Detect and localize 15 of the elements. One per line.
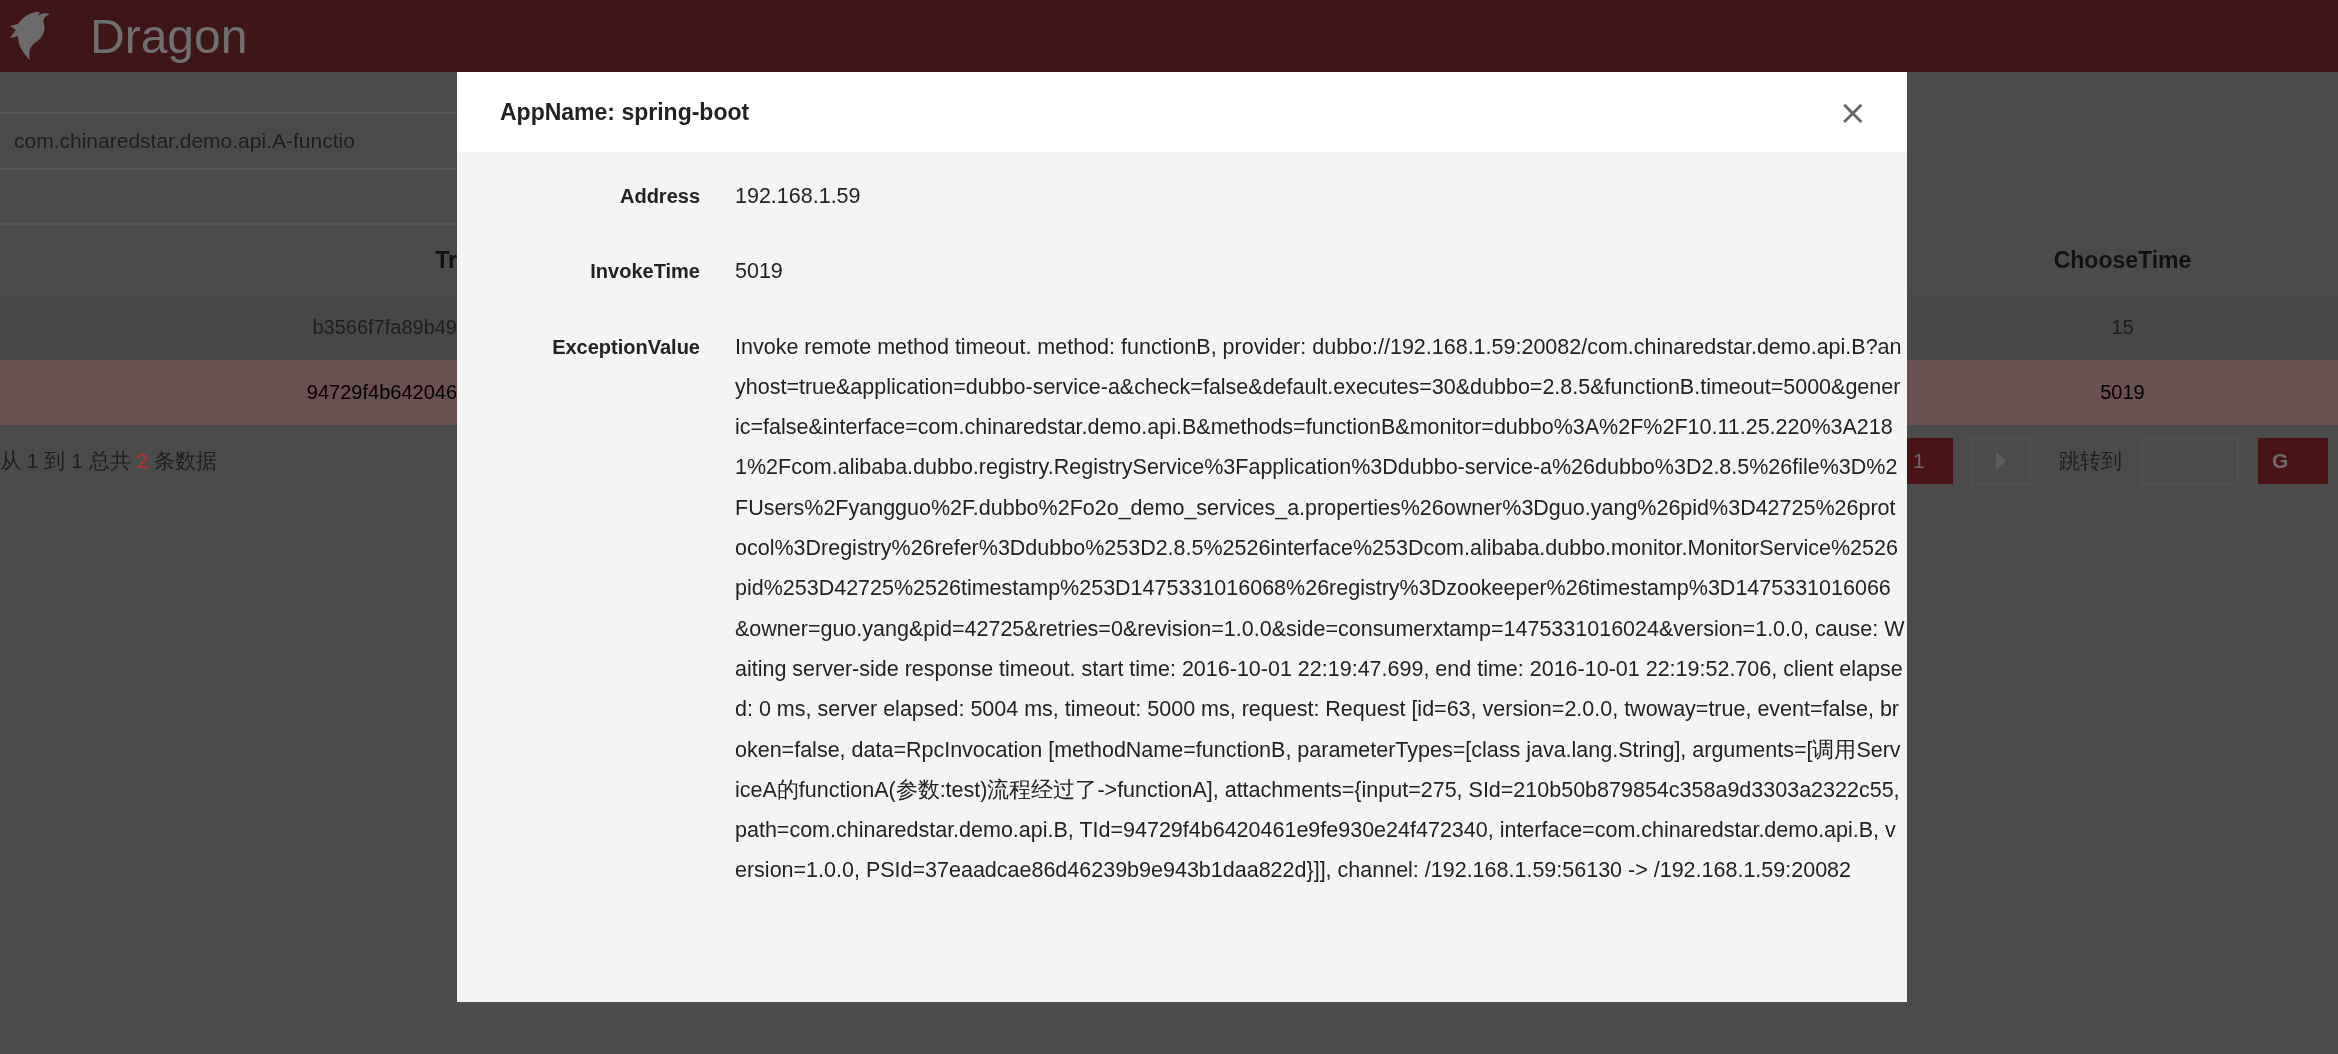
field-value: 192.168.1.59 (735, 183, 862, 210)
dialog-title: AppName: spring-boot (500, 98, 750, 126)
column-header: ChooseTime (2052, 245, 2193, 275)
field-label: ExceptionValue (551, 334, 700, 360)
page-button[interactable]: 1 (1907, 438, 1953, 484)
table-cell: 5019 (1907, 360, 2338, 425)
field-value: 5019 (735, 258, 784, 286)
field-label: Address (618, 184, 700, 209)
go-button[interactable]: G (2258, 438, 2328, 484)
field-value: Invoke remote method timeout. method: functionB, provider: dubbo://192.168.1.59:20082/com.chinaredstar.demo.api.B?anyhost=true&application=dubbo-service-a&check=false&default.executes=30&dubbo=2.8.5&functionB.timeout=5000&generic=false&interface=com.chinaredstar.demo.api.B&methods=functionB&monitor=dubbo%3A%2F%2F10.11.25.220%3A2181%2Fcom.alibaba.dubbo.registry.RegistryService%3Fapplication%3Ddubbo-service-a%26dubbo%3D2.8.5%26file%3D%2FUsers%2Fyangguo%2F.dubbo%2Fo2o_demo_services_a.properties%26owner%3Dguo.yang%26pid%3D42725%26protocol%3Dregistry%26refer%3Ddubbo%253D2.8.5%2526interface%253Dcom.alibaba.dubbo.monitor.MonitorService%2526pid%253D42725%2526timestamp%253D1475331016068%26registry%3Dzookeeper%26timestamp%3D1475331016066&owner=guo.yang&pid=42725&retries=0&revision=1.0.0&side=consumerxtamp=1475331016024&version=1.0.0, cause: Waiting server-side response timeout. start time: 2016-10-01 22:19:47.699, end time: 2016-10-01 22:19:52.706, client elapsed: 0 ms, server elapsed: 5004 ms, timeout: 5000 ms, request: Request [id=63, version=2.0.0, twoway=true, event=false, broken=false, data=RpcInvocation [methodName=functionB, parameterTypes=[class java.lang.String], arguments=[调用ServiceA的functionA(参数:test)流程经过了->functionA], attachments={input=275, SId=210b50b879854c358a9d3303a2322c55, path=com.chinaredstar.demo.api.B, TId=94729f4b6420461e9fe930e24f472340, interface=com.chinaredstar.demo.api.B, version=1.0.0, PSId=37eaadcae86d46239b9e943b1daa822d}]], channel: /192.168.1.59:56130 -> /192.168.1.59:20082 (735, 333, 1905, 885)
close-button[interactable]: × (1838, 95, 1867, 129)
table-cell: 94729f4b642046 (0, 360, 457, 425)
app-title: Dragon (90, 8, 248, 64)
field-label: InvokeTime (589, 259, 700, 285)
column-header: Tr (434, 245, 457, 275)
